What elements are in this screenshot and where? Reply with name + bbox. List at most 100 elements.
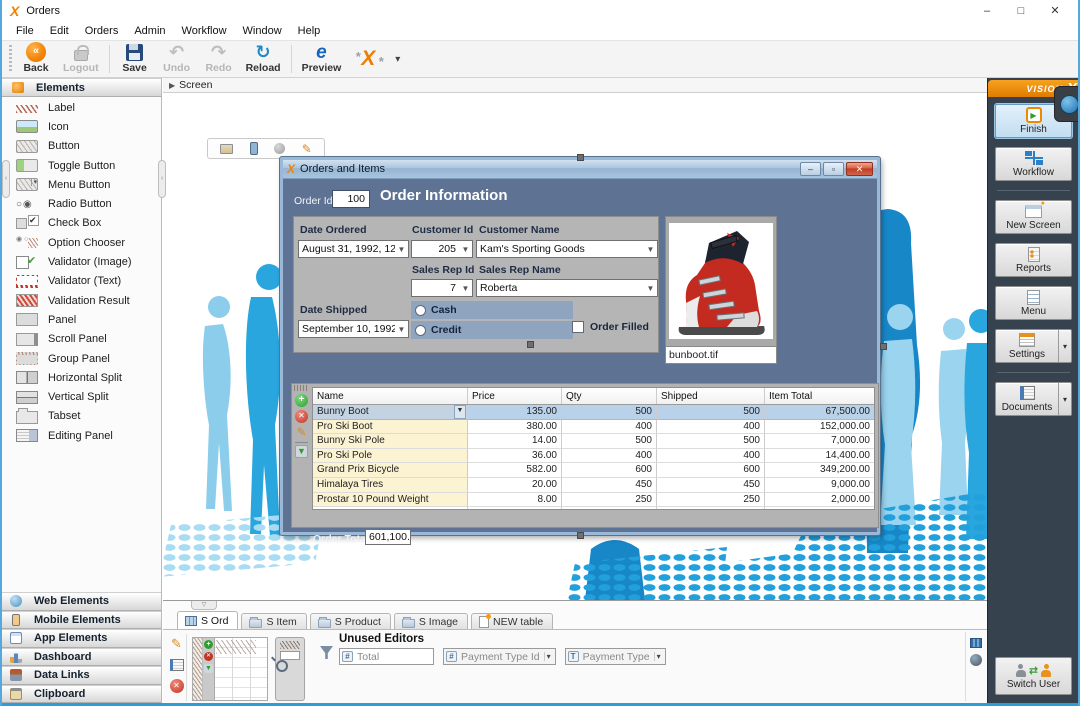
menu-orders[interactable]: Orders (77, 23, 127, 39)
section-data-links[interactable]: Data Links (2, 666, 161, 685)
selection-handle-top[interactable] (577, 154, 584, 161)
section-app-elements[interactable]: App Elements (2, 629, 161, 648)
menu-workflow[interactable]: Workflow (174, 23, 235, 39)
palette-item-icon[interactable]: Icon (2, 117, 161, 136)
date-ordered-combo[interactable]: August 31, 1992, 12:00 ▼ (298, 240, 409, 258)
notebook-icon[interactable] (170, 659, 184, 671)
undo-button[interactable]: ↶ Undo (156, 41, 198, 77)
window-maximize-button[interactable]: □ (1004, 0, 1038, 22)
back-button[interactable]: « Back (15, 41, 57, 77)
order-filled-checkbox[interactable]: Order Filled (572, 321, 649, 333)
vision-button-settings[interactable]: Settings▾ (995, 329, 1072, 363)
edit-pencil-icon[interactable]: ✎ (302, 143, 312, 155)
palette-item-group-panel[interactable]: Group Panel (2, 349, 161, 368)
vision-button-reports[interactable]: Reports (995, 243, 1072, 277)
window-close-button[interactable]: ✕ (1038, 0, 1072, 22)
image-filename-field[interactable]: bunboot.tif (666, 346, 776, 363)
palette-item-tabset[interactable]: Tabset (2, 407, 161, 426)
editor-payment-type-id[interactable]: #Payment Type Id▾ (443, 648, 556, 665)
table-row[interactable]: Prostar 10 Pound Weight8.002502502,000.0… (313, 493, 874, 508)
section-mobile-elements[interactable]: Mobile Elements (2, 611, 161, 630)
sales-rep-id-combo[interactable]: 7 ▼ (411, 279, 473, 297)
palette-item-validator-text[interactable]: Validator (Text) (2, 272, 161, 291)
bottom-panel-collapse-tab[interactable]: ▽ (191, 601, 217, 610)
table-row[interactable]: Himalaya Tires20.004504509,000.00 (313, 478, 874, 493)
editor-total[interactable]: #Total (339, 648, 434, 665)
menu-file[interactable]: File (8, 23, 42, 39)
palette-item-toggle-button[interactable]: Toggle Button (2, 156, 161, 175)
table-row[interactable]: Bunny Boot▼135.0050050067,500.00 (313, 405, 874, 420)
palette-item-label[interactable]: Label (2, 98, 161, 117)
redo-button[interactable]: ↷ Redo (198, 41, 240, 77)
dialog-minimize-button[interactable]: – (800, 162, 821, 176)
table-row[interactable]: Pro Ski Pole36.0040040014,400.00 (313, 449, 874, 464)
palette-header[interactable]: Elements (2, 78, 161, 97)
import-icon[interactable]: ▼ (204, 664, 213, 673)
table-row[interactable]: Pro Ski Boot380.00400400152,000.00 (313, 420, 874, 435)
palette-item-radio-button[interactable]: Radio Button (2, 194, 161, 213)
edit-pencil-icon[interactable]: ✎ (170, 637, 184, 651)
palette-item-button[interactable]: Button (2, 137, 161, 156)
add-icon[interactable]: + (204, 640, 213, 649)
palette-item-check-box[interactable]: Check Box (2, 214, 161, 233)
order-total-field[interactable]: 601,100. (365, 529, 411, 545)
palette-collapse-handle[interactable]: ‹ (158, 160, 166, 198)
tab-s-ord[interactable]: S Ord (177, 611, 238, 630)
palette-item-panel[interactable]: Panel (2, 310, 161, 329)
design-canvas[interactable]: ✎ X Orders and Items – ▫ ✕ Order Id 100 … (163, 93, 987, 600)
table-structure-widget[interactable]: + ✕ ▼ (192, 637, 268, 701)
delete-icon[interactable]: ✕ (204, 652, 213, 661)
dropdown-arrow-icon[interactable]: ▾ (1058, 330, 1071, 362)
tab-s-product[interactable]: S Product (310, 613, 391, 630)
tab-new-table[interactable]: NEW table (471, 613, 553, 630)
vision-button-workflow[interactable]: Workflow (995, 147, 1072, 181)
credit-radio-option[interactable]: Credit (411, 321, 573, 339)
cell-dropdown-icon[interactable]: ▼ (454, 405, 466, 419)
add-row-icon[interactable]: + (295, 394, 308, 407)
desktop-view-icon[interactable] (220, 144, 233, 154)
table-row[interactable]: Grand Prix Bicycle582.00600600349,200.00 (313, 463, 874, 478)
striped-box-icon[interactable] (970, 638, 982, 648)
reload-button[interactable]: ↻ Reload (240, 41, 287, 77)
palette-item-option-chooser[interactable]: Option Chooser (2, 233, 161, 252)
menu-window[interactable]: Window (235, 23, 290, 39)
dialog-restore-button[interactable]: ▫ (823, 162, 844, 176)
web-view-icon[interactable] (274, 143, 285, 154)
left-edge-collapse-handle[interactable]: ‹ (2, 160, 10, 198)
tab-s-item[interactable]: S Item (241, 613, 306, 630)
menu-edit[interactable]: Edit (42, 23, 77, 39)
sales-rep-name-combo[interactable]: Roberta ▼ (476, 279, 658, 297)
palette-item-menu-button[interactable]: Menu Button (2, 175, 161, 194)
import-rows-icon[interactable]: ▼ (295, 445, 308, 458)
menu-admin[interactable]: Admin (126, 23, 173, 39)
toolbar-grip[interactable] (9, 45, 12, 73)
window-minimize-button[interactable]: – (970, 0, 1004, 22)
order-id-field[interactable]: 100 (332, 190, 370, 208)
dialog-close-button[interactable]: ✕ (846, 162, 873, 176)
customer-id-combo[interactable]: 205 ▼ (411, 240, 473, 258)
selection-handle-middle[interactable] (527, 341, 534, 348)
vision-button-menu[interactable]: Menu (995, 286, 1072, 320)
dropdown-arrow-icon[interactable]: ▾ (1058, 383, 1071, 415)
table-grip[interactable] (294, 385, 309, 391)
palette-item-editing-panel[interactable]: Editing Panel (2, 426, 161, 445)
delete-icon[interactable]: ✕ (170, 679, 184, 693)
filter-funnel-icon[interactable] (320, 646, 333, 659)
date-shipped-combo[interactable]: September 10, 1992, 1 ▼ (298, 320, 409, 338)
preview-button[interactable]: e Preview (296, 41, 348, 77)
palette-item-validation-result[interactable]: Validation Result (2, 291, 161, 310)
selection-handle-bottom[interactable] (577, 532, 584, 539)
x-tools-button[interactable]: X (347, 41, 389, 77)
floating-orb-badge[interactable] (1054, 86, 1080, 122)
mobile-view-icon[interactable] (250, 142, 258, 155)
logout-button[interactable]: Logout (57, 41, 105, 77)
palette-item-vertical-split[interactable]: Vertical Split (2, 387, 161, 406)
palette-item-scroll-panel[interactable]: Scroll Panel (2, 330, 161, 349)
edit-row-pencil-icon[interactable]: ✎ (295, 426, 308, 439)
switch-user-button[interactable]: ⇄ Switch User (995, 657, 1072, 695)
menu-help[interactable]: Help (290, 23, 329, 39)
palette-item-horizontal-split[interactable]: Horizontal Split (2, 368, 161, 387)
section-web-elements[interactable]: Web Elements (2, 592, 161, 611)
vision-button-new-screen[interactable]: New Screen (995, 200, 1072, 234)
save-button[interactable]: Save (114, 41, 156, 77)
